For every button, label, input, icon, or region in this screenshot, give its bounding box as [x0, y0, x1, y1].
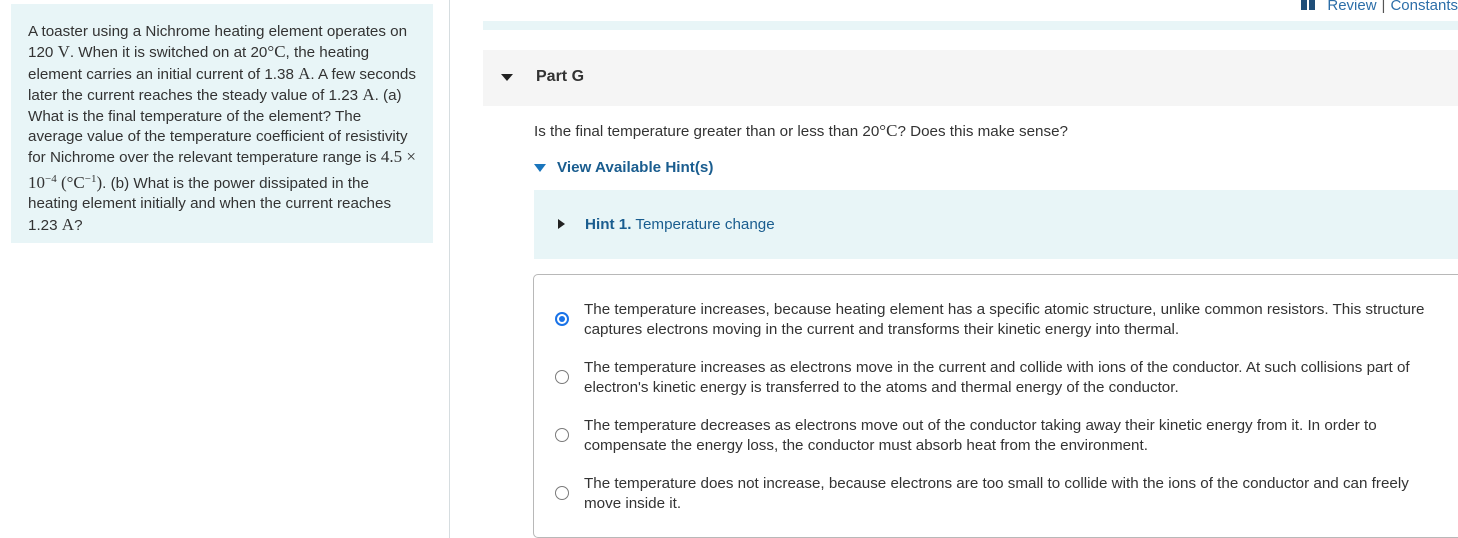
- option-text: The temperature increases as electrons m…: [584, 359, 1410, 396]
- hint-label: Hint 1. Temperature change: [585, 216, 775, 233]
- radio-button[interactable]: [555, 428, 569, 442]
- caret-down-icon: [534, 163, 546, 172]
- book-icon: [1301, 0, 1316, 10]
- link-separator: |: [1381, 0, 1386, 14]
- question-text: Is the final temperature greater than or…: [534, 121, 1068, 140]
- caret-right-icon: [558, 219, 565, 229]
- radio-button-selected[interactable]: [555, 312, 569, 326]
- problem-statement-panel: A toaster using a Nichrome heating eleme…: [11, 4, 433, 243]
- view-hints-toggle[interactable]: View Available Hint(s): [534, 159, 713, 176]
- review-link[interactable]: Review: [1327, 0, 1376, 14]
- hint-item[interactable]: Hint 1. Temperature change: [534, 190, 1458, 259]
- panel-divider: [449, 0, 450, 538]
- answer-options-box: The temperature increases, because heati…: [533, 274, 1458, 538]
- problem-text: A toaster using a Nichrome heating eleme…: [28, 23, 416, 234]
- header-links: Review | Constants: [1301, 0, 1458, 14]
- radio-button[interactable]: [555, 486, 569, 500]
- constants-link[interactable]: Constants: [1390, 0, 1458, 14]
- caret-down-icon: [501, 74, 513, 81]
- view-hints-label: View Available Hint(s): [557, 159, 714, 176]
- option-text: The temperature increases, because heati…: [584, 301, 1425, 338]
- option-text: The temperature decreases as electrons m…: [584, 417, 1377, 454]
- progress-strip: [483, 21, 1458, 30]
- part-title: Part G: [536, 68, 585, 85]
- radio-button[interactable]: [555, 370, 569, 384]
- option-text: The temperature does not increase, becau…: [584, 475, 1409, 512]
- part-header[interactable]: Part G: [483, 50, 1458, 106]
